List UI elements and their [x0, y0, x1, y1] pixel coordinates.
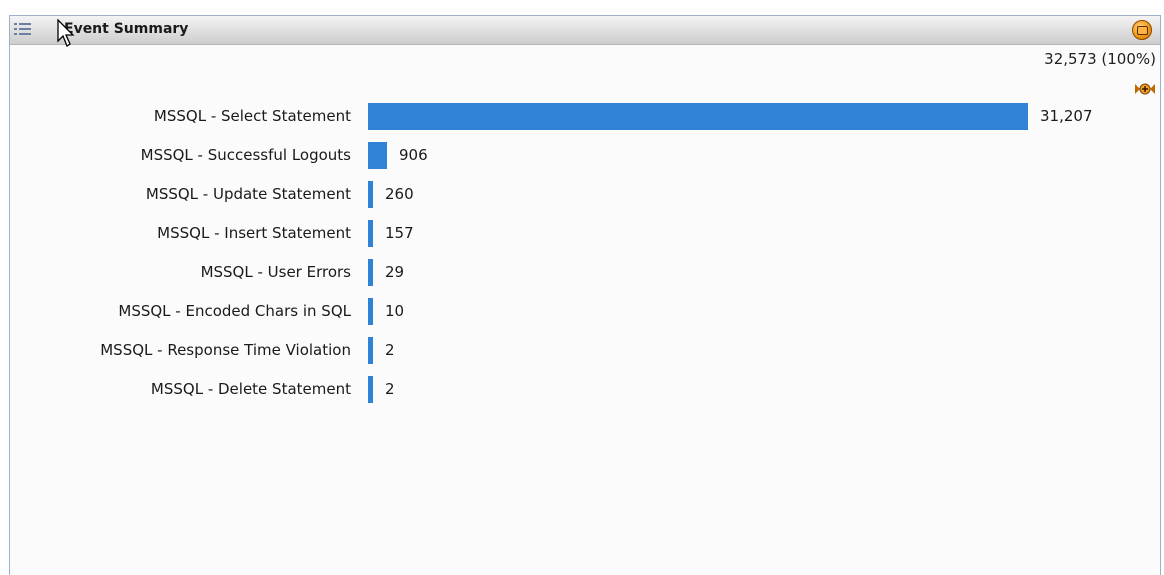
category-label: MSSQL - Update Statement	[145, 185, 351, 203]
mouse-cursor-icon	[57, 19, 75, 47]
category-label: MSSQL - Successful Logouts	[140, 146, 351, 164]
bar-value-label: 906	[399, 146, 428, 164]
bar[interactable]	[368, 181, 373, 208]
bar-value-label: 260	[385, 185, 414, 203]
bar[interactable]	[368, 259, 373, 286]
bar[interactable]	[368, 103, 1028, 130]
bar[interactable]	[368, 220, 373, 247]
event-bar-chart: MSSQL - Select Statement 31,207 MSSQL - Su…	[10, 16, 1162, 561]
bar[interactable]	[368, 376, 373, 403]
category-label: MSSQL - Insert Statement	[157, 224, 351, 242]
category-label: MSSQL - User Errors	[200, 263, 351, 281]
bar[interactable]	[368, 298, 373, 325]
bar-value-label: 29	[385, 263, 405, 281]
bar-value-label: 10	[385, 302, 405, 320]
bar[interactable]	[368, 337, 373, 364]
category-label: MSSQL - Encoded Chars in SQL	[118, 302, 351, 320]
bar[interactable]	[368, 142, 387, 169]
category-label: MSSQL - Select Statement	[153, 107, 351, 125]
bar-value-label: 157	[385, 224, 414, 242]
bar-value-label: 31,207	[1040, 107, 1093, 125]
bar-value-label: 2	[385, 341, 395, 359]
category-label: MSSQL - Response Time Violation	[100, 341, 351, 359]
event-summary-panel: Event Summary 32,573 (100%) MSSQL - Sele…	[9, 15, 1161, 575]
category-label: MSSQL - Delete Statement	[150, 380, 351, 398]
bar-value-label: 2	[385, 380, 395, 398]
